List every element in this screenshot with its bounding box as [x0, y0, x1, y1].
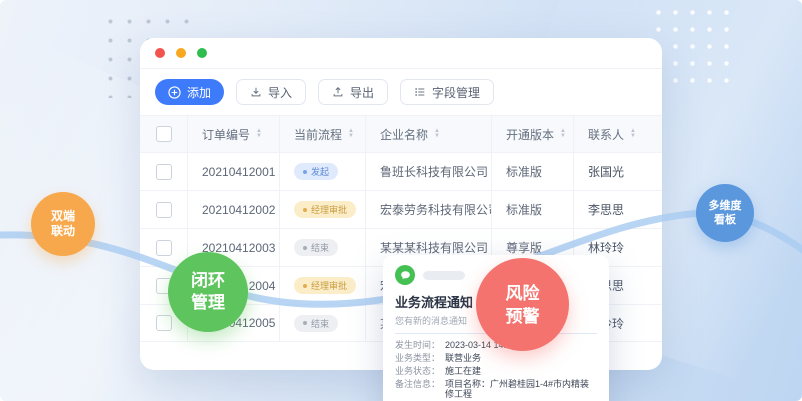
flow-status-label: 结束	[311, 317, 329, 330]
notification-field-label: 备注信息：	[395, 379, 445, 399]
flow-cell: 结束	[280, 229, 366, 266]
status-dot-icon	[303, 170, 307, 174]
company-name-cell: 宏泰劳务科技有限公司	[366, 191, 492, 228]
column-header-label: 企业名称	[380, 126, 428, 143]
dot-grid-decoration	[650, 4, 736, 90]
notification-field-label: 业务类型：	[395, 353, 445, 363]
chat-bubble-icon	[395, 265, 415, 285]
feature-badge-line: 管理	[191, 292, 225, 314]
traffic-light-minimize-icon[interactable]	[176, 48, 186, 58]
row-checkbox[interactable]	[156, 202, 172, 218]
column-header[interactable]: 订单编号 ▲▼	[188, 116, 280, 152]
status-dot-icon	[303, 321, 307, 325]
column-header[interactable]: 企业名称 ▲▼	[366, 116, 492, 152]
flow-status-badge: 结束	[294, 239, 338, 256]
feature-badge-line: 看板	[714, 213, 736, 227]
column-header-label: 开通版本	[506, 126, 554, 143]
column-header[interactable]: 开通版本 ▲▼	[492, 116, 574, 152]
column-header[interactable]: 联系人 ▲▼	[574, 116, 662, 152]
notification-field-label: 发生时间：	[395, 340, 445, 350]
feature-badge-risk-alert: 风险 预警	[476, 258, 569, 351]
notification-field-value: 施工在建	[445, 366, 597, 376]
window-titlebar	[140, 38, 662, 69]
circle-plus-icon	[168, 86, 181, 99]
feature-badge-line: 联动	[51, 224, 75, 239]
traffic-light-close-icon[interactable]	[155, 48, 165, 58]
notification-field-value: 联营业务	[445, 353, 597, 363]
row-checkbox[interactable]	[156, 315, 172, 331]
status-dot-icon	[303, 208, 307, 212]
flow-cell: 发起	[280, 153, 366, 190]
column-header-label: 订单编号	[202, 126, 250, 143]
notification-fields: 发生时间： 2023-03-14 14:20 业务类型： 联营业务 业务状态： …	[395, 340, 597, 401]
flow-status-label: 经理审批	[311, 203, 347, 216]
table-row[interactable]: 20210412001 发起 鲁班长科技有限公司 标准版 张国光	[140, 152, 662, 190]
notification-sender-placeholder	[423, 271, 465, 280]
contact-cell: 李思思	[574, 191, 662, 228]
table-row[interactable]: 20210412002 经理审批 宏泰劳务科技有限公司 标准版 李思思	[140, 190, 662, 228]
status-dot-icon	[303, 246, 307, 250]
feature-badge-dual-link: 双端 联动	[31, 192, 95, 256]
toolbar: 添加 导入 导出 字段管理	[140, 69, 662, 115]
order-number-cell: 20210412002	[188, 191, 280, 228]
flow-status-badge: 经理审批	[294, 277, 356, 294]
flow-status-badge: 发起	[294, 163, 338, 180]
export-button-label: 导出	[350, 84, 374, 101]
version-cell: 标准版	[492, 191, 574, 228]
feature-badge-line: 多维度	[709, 199, 742, 213]
list-icon	[414, 86, 426, 98]
column-header[interactable]: 当前流程 ▲▼	[280, 116, 366, 152]
feature-badge-closed-loop: 闭环 管理	[168, 252, 248, 332]
download-icon	[250, 86, 262, 98]
feature-badge-line: 风险	[506, 282, 540, 305]
sort-icon[interactable]: ▲▼	[256, 129, 262, 139]
row-checkbox[interactable]	[156, 240, 172, 256]
column-header-label: 当前流程	[294, 126, 342, 143]
order-number-cell: 20210412001	[188, 153, 280, 190]
table-header-row: 订单编号 ▲▼ 当前流程 ▲▼ 企业名称 ▲▼ 开通版本 ▲▼ 联系人 ▲▼	[140, 115, 662, 152]
field-management-button-label: 字段管理	[432, 84, 480, 101]
export-button[interactable]: 导出	[318, 79, 388, 105]
import-button-label: 导入	[268, 84, 292, 101]
column-header-label: 联系人	[588, 126, 624, 143]
flow-cell: 经理审批	[280, 191, 366, 228]
sort-icon[interactable]: ▲▼	[560, 129, 566, 139]
flow-cell: 结束	[280, 305, 366, 341]
flow-status-label: 结束	[311, 241, 329, 254]
sort-icon[interactable]: ▲▼	[630, 129, 636, 139]
flow-status-label: 发起	[311, 165, 329, 178]
version-cell: 标准版	[492, 153, 574, 190]
feature-badge-line: 预警	[506, 305, 540, 328]
status-dot-icon	[303, 284, 307, 288]
sort-icon[interactable]: ▲▼	[348, 129, 354, 139]
field-management-button[interactable]: 字段管理	[400, 79, 494, 105]
upload-icon	[332, 86, 344, 98]
sort-icon[interactable]: ▲▼	[434, 129, 440, 139]
feature-badge-multi-board: 多维度 看板	[696, 184, 754, 242]
flow-status-badge: 结束	[294, 315, 338, 332]
add-button-label: 添加	[187, 84, 211, 101]
flow-status-label: 经理审批	[311, 279, 347, 292]
contact-cell: 张国光	[574, 153, 662, 190]
notification-field-label: 业务状态：	[395, 366, 445, 376]
feature-badge-line: 闭环	[191, 270, 225, 292]
flow-status-badge: 经理审批	[294, 201, 356, 218]
notification-field-value: 项目名称：广州碧桂园1-4#市内精装修工程	[445, 379, 597, 399]
import-button[interactable]: 导入	[236, 79, 306, 105]
traffic-light-maximize-icon[interactable]	[197, 48, 207, 58]
select-all-checkbox[interactable]	[156, 126, 172, 142]
flow-cell: 经理审批	[280, 267, 366, 304]
add-button[interactable]: 添加	[155, 79, 224, 105]
page-background: 添加 导入 导出 字段管理	[0, 0, 802, 401]
feature-badge-line: 双端	[51, 209, 75, 224]
company-name-cell: 鲁班长科技有限公司	[366, 153, 492, 190]
row-checkbox[interactable]	[156, 164, 172, 180]
